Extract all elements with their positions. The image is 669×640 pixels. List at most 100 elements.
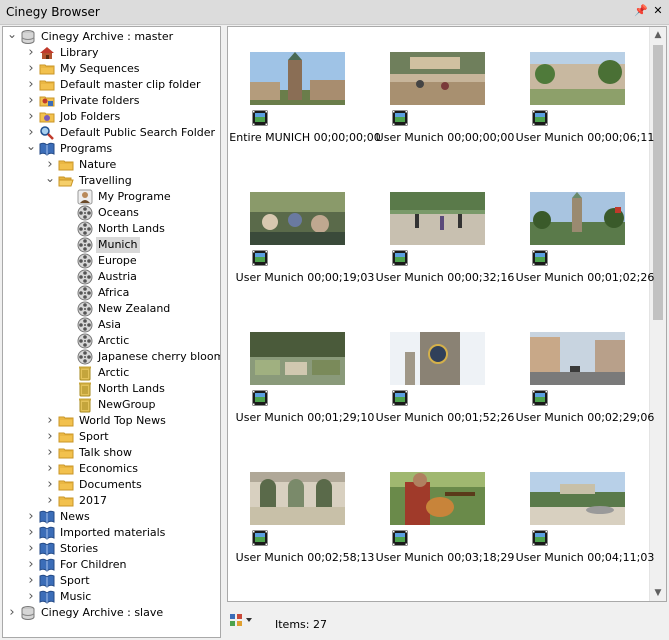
collapse-arrow-icon[interactable]: ⌄ bbox=[25, 140, 37, 157]
tree-item[interactable]: Oceans bbox=[63, 205, 220, 221]
tree-item[interactable]: › Talk show bbox=[44, 445, 220, 461]
expand-arrow-icon[interactable]: › bbox=[44, 493, 56, 509]
clip-preview-image[interactable] bbox=[530, 52, 625, 105]
tree-item[interactable]: › Private folders bbox=[25, 93, 220, 109]
clip-thumbnail[interactable]: User Munich 00;00;19;03 bbox=[235, 192, 375, 322]
tree-item[interactable]: NewGroup bbox=[63, 397, 220, 413]
clip-caption: User Munich 00;00;06;11 bbox=[515, 131, 655, 144]
clip-preview-image[interactable] bbox=[250, 332, 345, 385]
expand-arrow-icon[interactable]: › bbox=[44, 429, 56, 445]
folder-tree[interactable]: ⌄ Cinegy Archive : master › Library › My Sequ… bbox=[2, 26, 221, 638]
clip-thumbnail[interactable]: User Munich 00;02;29;06 bbox=[515, 332, 655, 462]
clip-type-icon bbox=[532, 110, 548, 126]
expand-arrow-icon[interactable]: › bbox=[25, 109, 37, 125]
tree-item[interactable]: › For Children bbox=[25, 557, 220, 573]
tree-item-label: My Programe bbox=[98, 190, 171, 203]
tree-item[interactable]: › News bbox=[25, 509, 220, 525]
clip-thumbnail[interactable]: User Munich 00;00;32;16 bbox=[375, 192, 515, 322]
expand-arrow-icon[interactable]: › bbox=[25, 525, 37, 541]
tree-item[interactable]: Arctic bbox=[63, 365, 220, 381]
clip-type-icon bbox=[392, 390, 408, 406]
tree-item[interactable]: › Default master clip folder bbox=[25, 77, 220, 93]
clip-preview-image[interactable] bbox=[390, 192, 485, 245]
clip-preview-image[interactable] bbox=[530, 332, 625, 385]
clip-preview-image[interactable] bbox=[390, 472, 485, 525]
clip-preview-image[interactable] bbox=[530, 192, 625, 245]
clip-thumbnail[interactable]: User Munich 00;03;18;29 bbox=[375, 472, 515, 601]
clip-thumbnail[interactable]: User Munich 00;01;29;10 bbox=[235, 332, 375, 462]
clip-thumbnail[interactable]: User Munich 00;01;52;26 bbox=[375, 332, 515, 462]
clip-thumbnail[interactable]: User Munich 00;01;02;26 bbox=[515, 192, 655, 322]
expand-arrow-icon[interactable]: › bbox=[25, 77, 37, 93]
tree-item[interactable]: › Default Public Search Folder bbox=[25, 125, 220, 141]
tree-item[interactable]: › Sport bbox=[25, 573, 220, 589]
tree-item-label: Arctic bbox=[98, 366, 130, 379]
folder-icon bbox=[58, 429, 74, 445]
expand-arrow-icon[interactable]: › bbox=[25, 93, 37, 109]
clip-preview-image[interactable] bbox=[530, 472, 625, 525]
thumbnail-view-icon[interactable] bbox=[229, 612, 255, 628]
tree-item[interactable]: › Job Folders bbox=[25, 109, 220, 125]
clip-preview-image[interactable] bbox=[250, 192, 345, 245]
collapse-arrow-icon[interactable]: ⌄ bbox=[44, 172, 56, 189]
tree-item[interactable]: › 2017 bbox=[44, 493, 220, 509]
expand-arrow-icon[interactable]: › bbox=[25, 557, 37, 573]
tree-item[interactable]: ⌄ Travelling bbox=[44, 172, 220, 189]
tree-item[interactable]: Austria bbox=[63, 269, 220, 285]
expand-arrow-icon[interactable]: › bbox=[44, 461, 56, 477]
tree-item[interactable]: › Cinegy Archive : slave bbox=[6, 605, 220, 621]
tree-item[interactable]: Asia bbox=[63, 317, 220, 333]
tree-item[interactable]: Munich bbox=[63, 237, 220, 253]
tree-item[interactable]: › Imported materials bbox=[25, 525, 220, 541]
clip-preview-image[interactable] bbox=[250, 52, 345, 105]
tree-item[interactable]: › Music bbox=[25, 589, 220, 605]
tree-item[interactable]: › Stories bbox=[25, 541, 220, 557]
tree-item[interactable]: Arctic bbox=[63, 333, 220, 349]
expand-arrow-icon[interactable]: › bbox=[25, 541, 37, 557]
book-icon bbox=[39, 525, 55, 541]
tree-item[interactable]: Europe bbox=[63, 253, 220, 269]
collapse-arrow-icon[interactable]: ⌄ bbox=[6, 28, 18, 45]
tree-item[interactable]: › Nature bbox=[44, 157, 220, 173]
tree-item-label: Japanese cherry bloom bbox=[98, 350, 221, 363]
clip-preview-image[interactable] bbox=[390, 332, 485, 385]
thumbnail-grid[interactable]: ▲ ▼ Entire MUNICH 00;00;00;00 User Munich… bbox=[227, 26, 667, 602]
scroll-up-icon[interactable]: ▲ bbox=[650, 27, 666, 43]
tree-item[interactable]: ⌄ Cinegy Archive : master bbox=[6, 28, 220, 45]
clip-preview-image[interactable] bbox=[250, 472, 345, 525]
clip-preview-image[interactable] bbox=[390, 52, 485, 105]
expand-arrow-icon[interactable]: › bbox=[6, 605, 18, 621]
tree-item[interactable]: ⌄ Programs bbox=[25, 140, 220, 157]
clip-thumbnail[interactable]: User Munich 00;00;06;11 bbox=[515, 52, 655, 182]
tree-item[interactable]: North Lands bbox=[63, 221, 220, 237]
expand-arrow-icon[interactable]: › bbox=[25, 573, 37, 589]
tree-item[interactable]: My Programe bbox=[63, 189, 220, 205]
expand-arrow-icon[interactable]: › bbox=[25, 61, 37, 77]
tree-item[interactable]: › Documents bbox=[44, 477, 220, 493]
pin-icon[interactable]: 📌 bbox=[634, 4, 648, 18]
tree-item[interactable]: Africa bbox=[63, 285, 220, 301]
expand-arrow-icon[interactable]: › bbox=[44, 413, 56, 429]
tree-item[interactable]: Japanese cherry bloom bbox=[63, 349, 220, 365]
tree-item[interactable]: New Zealand bbox=[63, 301, 220, 317]
clip-thumbnail[interactable]: User Munich 00;02;58;13 bbox=[235, 472, 375, 601]
tree-item[interactable]: › Economics bbox=[44, 461, 220, 477]
tree-item[interactable]: North Lands bbox=[63, 381, 220, 397]
reel-icon bbox=[77, 269, 93, 285]
expand-arrow-icon[interactable]: › bbox=[25, 45, 37, 61]
close-icon[interactable]: ✕ bbox=[651, 4, 665, 18]
expand-arrow-icon[interactable]: › bbox=[44, 477, 56, 493]
tree-item-label: Private folders bbox=[60, 94, 140, 107]
clip-type-icon bbox=[392, 250, 408, 266]
expand-arrow-icon[interactable]: › bbox=[25, 509, 37, 525]
tree-item[interactable]: › My Sequences bbox=[25, 61, 220, 77]
clip-caption: User Munich 00;01;29;10 bbox=[235, 411, 375, 424]
tree-item[interactable]: › Sport bbox=[44, 429, 220, 445]
clip-thumbnail[interactable]: User Munich 00;00;00;00 bbox=[375, 52, 515, 182]
tree-item[interactable]: › Library bbox=[25, 45, 220, 61]
clip-thumbnail[interactable]: Entire MUNICH 00;00;00;00 bbox=[229, 52, 381, 182]
clip-thumbnail[interactable]: User Munich 00;04;11;03 bbox=[515, 472, 655, 601]
tree-item[interactable]: › World Top News bbox=[44, 413, 220, 429]
expand-arrow-icon[interactable]: › bbox=[25, 589, 37, 605]
expand-arrow-icon[interactable]: › bbox=[44, 445, 56, 461]
